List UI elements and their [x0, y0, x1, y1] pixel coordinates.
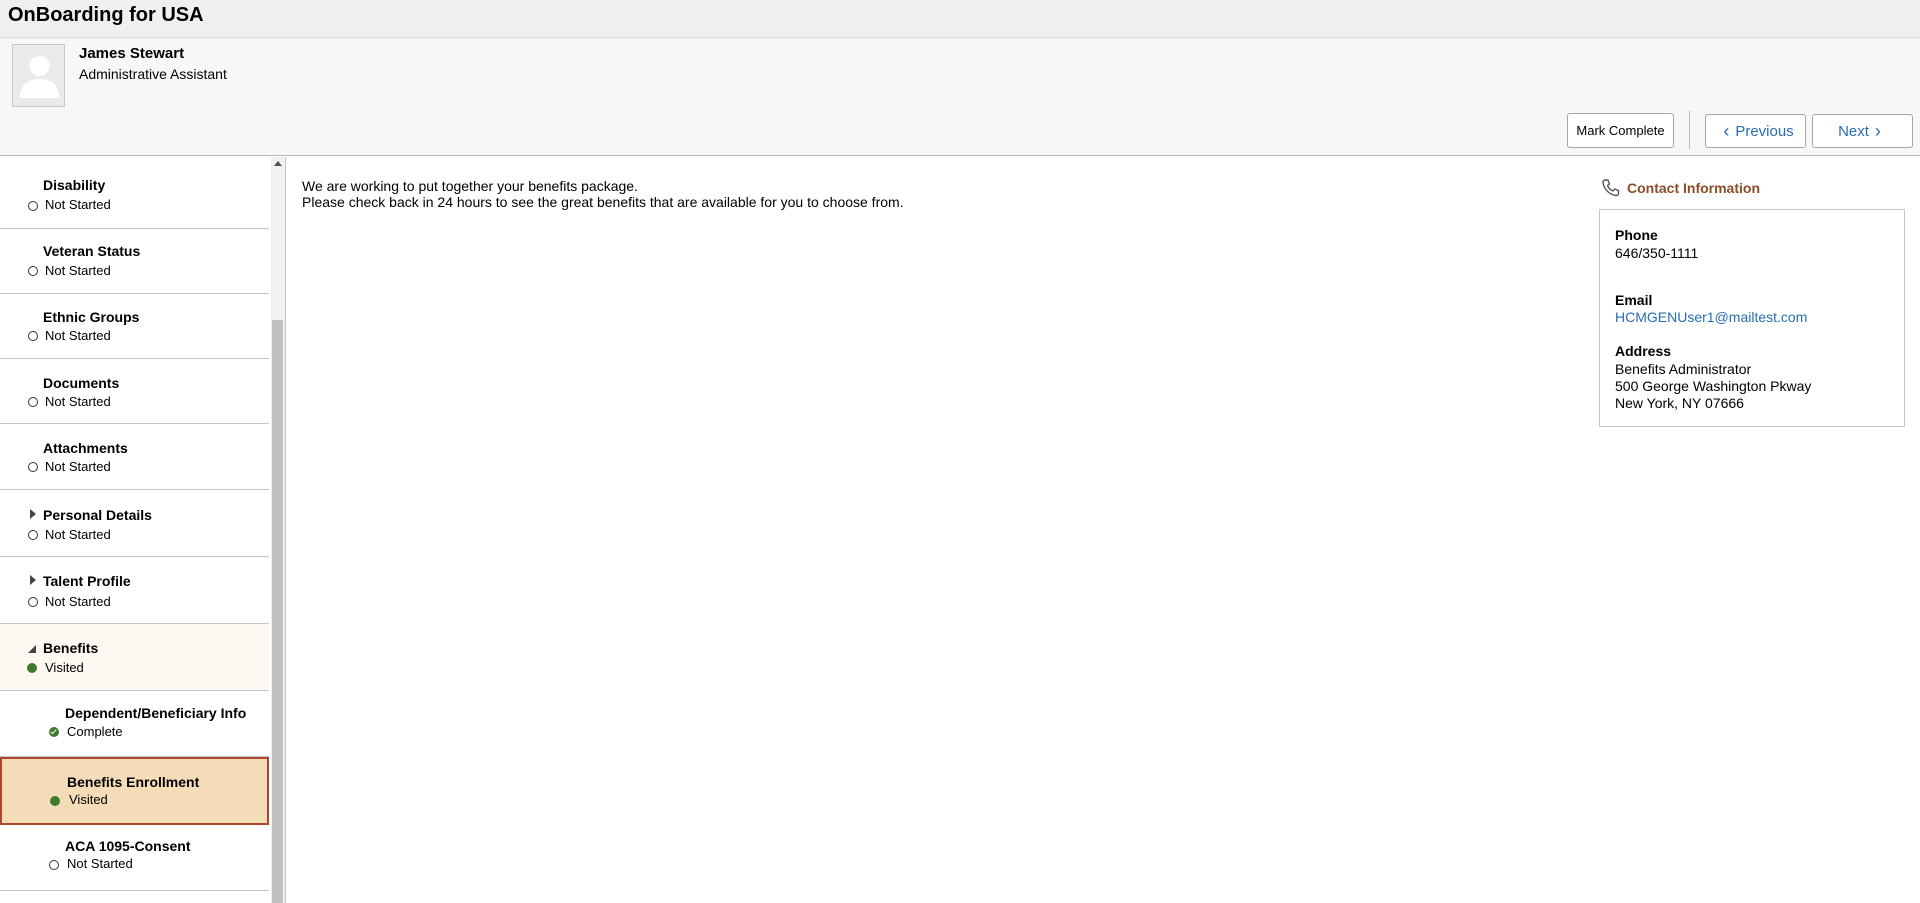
- toolbar-divider: [1689, 111, 1690, 149]
- nav-item-status: Not Started: [45, 263, 111, 278]
- nav-item-label: Documents: [43, 375, 120, 391]
- nav-item-talent-profile[interactable]: Talent Profile Not Started: [0, 557, 269, 624]
- benefits-message-line-1: We are working to put together your bene…: [302, 178, 638, 194]
- nav-item-ethnic-groups[interactable]: Ethnic Groups Not Started: [0, 294, 269, 359]
- nav-item-personal-details[interactable]: Personal Details Not Started: [0, 490, 269, 557]
- next-label: Next: [1838, 122, 1869, 140]
- nav-item-disability[interactable]: Disability Not Started: [0, 163, 269, 229]
- nav-item-benefits-enrollment[interactable]: Benefits Enrollment Visited: [0, 757, 269, 825]
- address-line-1: Benefits Administrator: [1615, 361, 1752, 377]
- address-line-3: New York, NY 07666: [1615, 395, 1744, 411]
- email-label: Email: [1615, 292, 1653, 308]
- nav-item-label: ACA 1095-Consent: [65, 838, 191, 854]
- nav-item-benefits[interactable]: Benefits Visited: [0, 624, 269, 691]
- nav-item-label: Personal Details: [43, 507, 152, 523]
- scroll-up-arrow-icon[interactable]: [274, 161, 282, 166]
- nav-item-label: Dependent/Beneficiary Info: [65, 705, 247, 721]
- email-link[interactable]: HCMGENUser1@mailtest.com: [1615, 309, 1807, 325]
- nav-item-label: Disability: [43, 177, 106, 193]
- nav-item-status: Visited: [45, 660, 84, 675]
- status-visited-icon: [50, 796, 60, 806]
- person-icon: [20, 56, 59, 98]
- benefits-message: We are working to put together your bene…: [302, 178, 904, 210]
- avatar: [12, 44, 65, 107]
- expand-icon[interactable]: [30, 509, 36, 519]
- phone-icon: [1602, 179, 1620, 197]
- nav-item-status: Not Started: [45, 197, 111, 212]
- chevron-right-icon: ›: [1874, 121, 1881, 141]
- nav-item-label: Benefits: [43, 640, 99, 656]
- contact-information-box: Phone 646/350-1111 Email HCMGENUser1@mai…: [1599, 209, 1905, 427]
- nav-item-status: Not Started: [45, 527, 111, 542]
- collapse-icon[interactable]: [28, 645, 36, 653]
- nav-item-dependent-beneficiary-info[interactable]: Dependent/Beneficiary Info Complete: [0, 691, 269, 757]
- status-not-started-icon: [28, 462, 38, 472]
- status-not-started-icon: [28, 397, 38, 407]
- nav-item-veteran-status[interactable]: Veteran Status Not Started: [0, 229, 269, 294]
- nav-item-label: Ethnic Groups: [43, 309, 140, 325]
- nav-item-documents[interactable]: Documents Not Started: [0, 359, 269, 424]
- nav-item-label: Benefits Enrollment: [67, 774, 200, 790]
- employee-job-title: Administrative Assistant: [79, 66, 227, 82]
- chevron-left-icon: ‹: [1723, 121, 1730, 141]
- next-button[interactable]: Next ›: [1812, 114, 1913, 148]
- content-divider: [285, 157, 286, 903]
- mark-complete-label: Mark Complete: [1576, 123, 1665, 138]
- nav-item-label: Veteran Status: [43, 243, 141, 259]
- sidebar-scroll-thumb[interactable]: [272, 320, 283, 903]
- nav-item-attachments[interactable]: Attachments Not Started: [0, 424, 269, 490]
- mark-complete-button[interactable]: Mark Complete: [1567, 113, 1674, 148]
- contact-information-header: Contact Information: [1601, 178, 1760, 198]
- benefits-message-line-2: Please check back in 24 hours to see the…: [302, 194, 904, 210]
- previous-label: Previous: [1735, 122, 1794, 140]
- nav-item-label: Talent Profile: [43, 573, 131, 589]
- phone-label: Phone: [1615, 227, 1658, 243]
- contact-information-title: Contact Information: [1627, 180, 1760, 196]
- nav-item-status: Not Started: [45, 594, 111, 609]
- nav-item-label: Attachments: [43, 440, 128, 456]
- status-not-started-icon: [28, 201, 38, 211]
- title-bar: OnBoarding for USA: [0, 0, 1920, 38]
- status-not-started-icon: [49, 860, 59, 870]
- nav-item-status: Visited: [69, 792, 108, 807]
- status-not-started-icon: [28, 331, 38, 341]
- employee-name: James Stewart: [79, 45, 185, 62]
- status-complete-icon: [49, 727, 59, 737]
- nav-item-aca-1095-consent[interactable]: ACA 1095-Consent Not Started: [0, 825, 269, 891]
- status-not-started-icon: [28, 530, 38, 540]
- activity-guide-sidebar: Disability Not Started Veteran Status No…: [0, 157, 270, 903]
- nav-item-status: Not Started: [67, 856, 133, 871]
- expand-icon[interactable]: [30, 575, 36, 585]
- address-label: Address: [1615, 343, 1672, 359]
- address-line-2: 500 George Washington Pkway: [1615, 378, 1812, 394]
- nav-item-status: Not Started: [45, 328, 111, 343]
- employee-header: James Stewart Administrative Assistant M…: [0, 38, 1920, 156]
- status-visited-icon: [27, 663, 37, 673]
- previous-button[interactable]: ‹ Previous: [1705, 114, 1806, 148]
- phone-value: 646/350-1111: [1615, 245, 1699, 261]
- nav-item-status: Complete: [67, 724, 123, 739]
- nav-item-status: Not Started: [45, 394, 111, 409]
- page-title: OnBoarding for USA: [8, 4, 204, 26]
- status-not-started-icon: [28, 597, 38, 607]
- nav-item-status: Not Started: [45, 459, 111, 474]
- status-not-started-icon: [28, 266, 38, 276]
